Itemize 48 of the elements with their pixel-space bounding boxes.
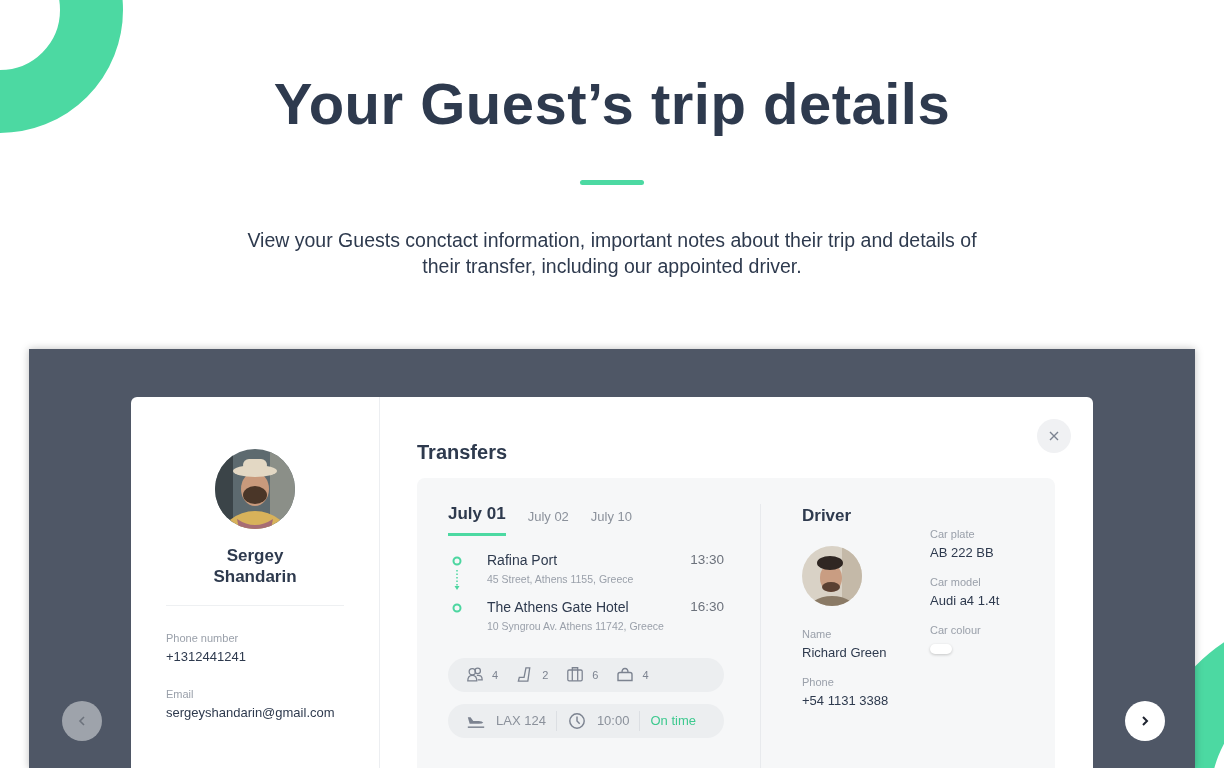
amenity-count: 4 [642, 668, 649, 681]
stop-name: The Athens Gate Hotel [487, 598, 629, 615]
field-value: +1312441241 [166, 648, 246, 664]
amenity-count: 2 [542, 668, 549, 681]
field-label: Phone number [166, 631, 240, 644]
close-icon [1048, 429, 1060, 442]
stop-marker-icon [452, 602, 462, 613]
clock-icon [566, 711, 587, 730]
stop-address: 10 Syngrou Av. Athens 11742, Greece [487, 619, 665, 632]
date-tab[interactable]: July 01 [448, 503, 506, 536]
flight-number: LAX 124 [496, 713, 546, 729]
bag-icon [616, 666, 635, 684]
field-value: AB 222 BB [930, 544, 994, 560]
stop-name: Rafina Port [487, 551, 558, 568]
guest-name: Sergey Shandarin [212, 544, 298, 587]
field-label: Car colour [930, 623, 981, 636]
dotted-arrow-icon [454, 568, 460, 591]
stop-time: 13:30 [690, 551, 724, 568]
date-tab[interactable]: July 02 [527, 508, 569, 536]
section-title: Transfers [417, 440, 509, 464]
field-label: Car model [930, 575, 982, 588]
field-value: Audi a4 1.4t [930, 592, 1000, 608]
field-value: sergeyshandarin@gmail.com [166, 704, 335, 720]
flight-time: 10:00 [596, 713, 630, 729]
accent-bar [580, 179, 644, 185]
people-icon [466, 666, 484, 684]
flight-status: On time [650, 713, 696, 729]
page-description: View your Guests conctact information, important notes about their trip and details of their transfer, including our appointed driver. [246, 227, 978, 279]
field-label: Car plate [930, 527, 976, 540]
stop-address: 45 Street, Athens 1155, Greece [487, 572, 635, 585]
section-title: Driver [802, 505, 853, 526]
date-tab[interactable]: July 10 [590, 508, 633, 536]
field-value: +54 1131 3388 [802, 692, 889, 708]
stop-marker-icon [452, 555, 462, 566]
field-label: Phone [802, 675, 835, 688]
amenity-count: 4 [492, 668, 499, 681]
chevron-left-icon [76, 714, 88, 727]
stop-time: 16:30 [690, 598, 724, 615]
field-label: Name [802, 627, 833, 640]
suitcase-icon [566, 666, 585, 684]
field-label: Email [166, 687, 195, 700]
close-button[interactable] [1037, 418, 1071, 453]
next-button[interactable] [1125, 700, 1165, 741]
previous-button[interactable] [62, 700, 102, 741]
field-value: Richard Green [802, 644, 887, 660]
amenity-count: 6 [592, 668, 599, 681]
page-title: Your Guest’s trip details [273, 72, 951, 136]
chevron-right-icon [1139, 714, 1151, 727]
